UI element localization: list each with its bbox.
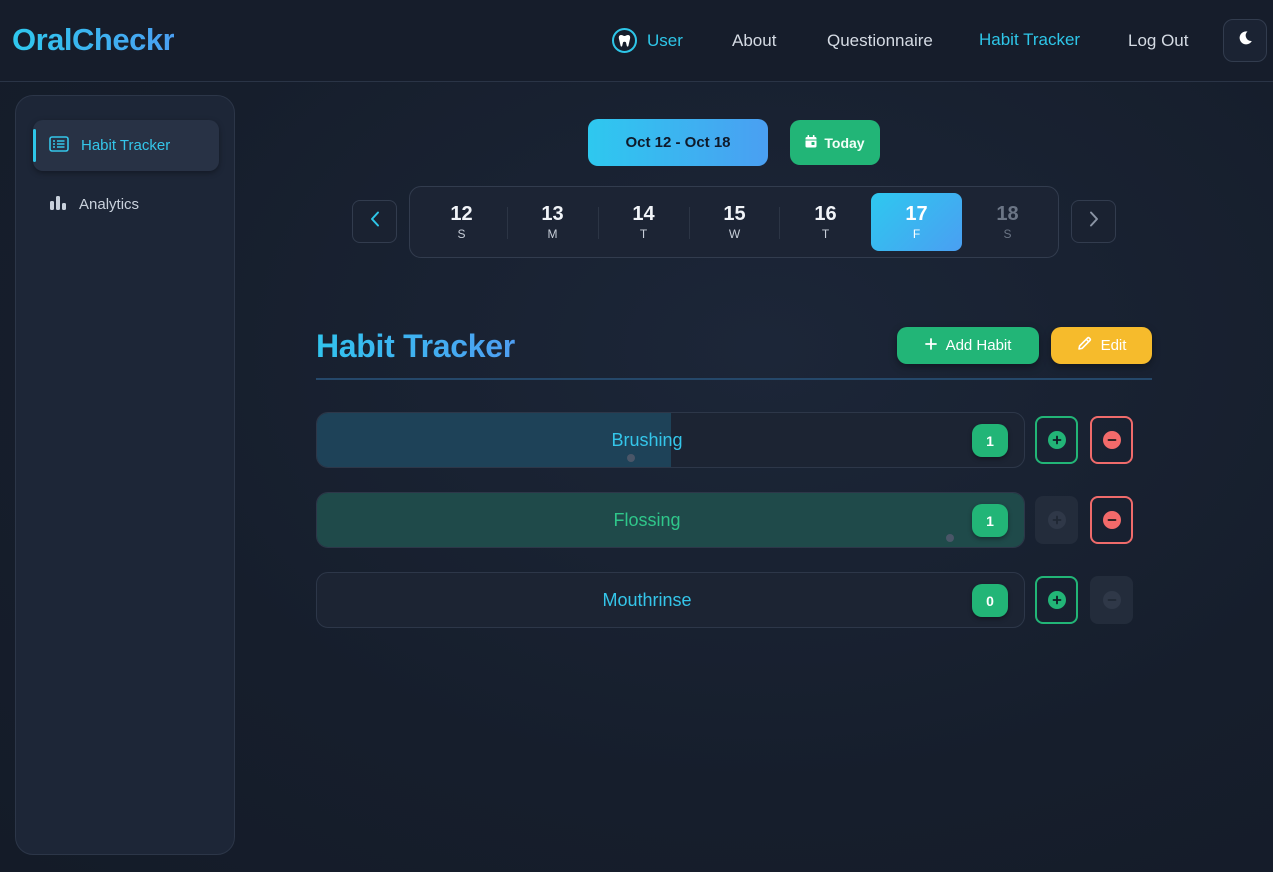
- plus-icon: [924, 337, 937, 354]
- chevron-left-icon: [370, 211, 380, 232]
- day-of-week: W: [728, 227, 741, 241]
- minus-circle-icon: [1102, 431, 1121, 449]
- day-number: 17: [905, 203, 928, 225]
- moon-icon: [1237, 30, 1253, 51]
- day-number: 13: [541, 203, 564, 225]
- nav-habit-tracker-link[interactable]: Habit Tracker: [979, 30, 1080, 50]
- sidebar-item-habit-tracker[interactable]: Habit Tracker: [33, 120, 219, 171]
- theme-toggle-button[interactable]: [1223, 19, 1267, 62]
- plus-circle-icon: [1047, 511, 1066, 529]
- bar-chart-icon: [49, 195, 67, 215]
- day-of-week: M: [547, 227, 558, 241]
- habit-count-badge: 1: [972, 424, 1008, 457]
- increment-mouthrinse-button[interactable]: [1035, 576, 1078, 624]
- tooth-icon: [612, 28, 637, 53]
- add-habit-label: Add Habit: [945, 337, 1012, 354]
- sidebar: Habit Tracker Analytics: [15, 95, 235, 855]
- progress-marker: [946, 534, 954, 542]
- increment-flossing-button-disabled[interactable]: [1035, 496, 1078, 544]
- habit-name: Brushing: [611, 429, 683, 450]
- day-of-week: T: [639, 227, 648, 241]
- habit-count-badge: 0: [972, 584, 1008, 617]
- week-day-selector: 12 S 13 M 14 T 15 W 16 T 17 F 18 S: [409, 186, 1059, 258]
- minus-circle-icon: [1102, 511, 1121, 529]
- habit-row-brushing: Brushing 1: [316, 412, 1025, 468]
- nav-about-link[interactable]: About: [732, 31, 776, 51]
- habit-row-flossing: Flossing 1: [316, 492, 1025, 548]
- day-number: 16: [814, 203, 837, 225]
- increment-brushing-button[interactable]: [1035, 416, 1078, 464]
- habit-name: Flossing: [613, 509, 681, 530]
- day-of-week: F: [912, 227, 921, 241]
- title-divider: [316, 378, 1152, 380]
- nav-questionnaire-link[interactable]: Questionnaire: [827, 31, 933, 51]
- day-number: 14: [632, 203, 655, 225]
- day-17-selected[interactable]: 17 F: [871, 193, 962, 251]
- sidebar-item-label: Habit Tracker: [81, 137, 171, 154]
- day-number: 12: [450, 203, 473, 225]
- habit-row-mouthrinse: Mouthrinse 0: [316, 572, 1025, 628]
- today-button[interactable]: Today: [790, 120, 880, 165]
- next-week-button[interactable]: [1071, 200, 1116, 243]
- sidebar-item-label: Analytics: [79, 196, 140, 213]
- day-of-week: S: [1003, 227, 1012, 241]
- day-12[interactable]: 12 S: [416, 193, 507, 251]
- nav-user-label: User: [647, 30, 683, 50]
- prev-week-button[interactable]: [352, 200, 397, 243]
- nav-logout-link[interactable]: Log Out: [1128, 31, 1189, 51]
- brand-logo[interactable]: OralCheckr: [12, 22, 175, 58]
- day-number: 15: [723, 203, 746, 225]
- edit-button[interactable]: Edit: [1051, 327, 1152, 364]
- today-label: Today: [824, 134, 865, 151]
- day-number: 18: [996, 203, 1019, 225]
- day-of-week: S: [457, 227, 466, 241]
- plus-circle-icon: [1047, 431, 1066, 449]
- day-16[interactable]: 16 T: [780, 193, 871, 251]
- chevron-right-icon: [1089, 211, 1099, 232]
- minus-circle-icon: [1102, 591, 1121, 609]
- habit-count-badge: 1: [972, 504, 1008, 537]
- day-14[interactable]: 14 T: [598, 193, 689, 251]
- plus-circle-icon: [1047, 591, 1066, 609]
- decrement-flossing-button[interactable]: [1090, 496, 1133, 544]
- page-title: Habit Tracker: [316, 328, 515, 364]
- calendar-icon: [805, 134, 817, 151]
- day-of-week: T: [821, 227, 830, 241]
- day-15[interactable]: 15 W: [689, 193, 780, 251]
- progress-marker: [627, 454, 635, 462]
- list-icon: [49, 135, 69, 156]
- decrement-brushing-button[interactable]: [1090, 416, 1133, 464]
- edit-label: Edit: [1100, 337, 1127, 354]
- week-range-button[interactable]: Oct 12 - Oct 18: [588, 119, 768, 166]
- decrement-mouthrinse-button-disabled[interactable]: [1090, 576, 1133, 624]
- sidebar-item-analytics[interactable]: Analytics: [33, 179, 219, 230]
- pencil-icon: [1077, 336, 1092, 355]
- habit-name: Mouthrinse: [602, 589, 692, 610]
- nav-user-link[interactable]: User: [612, 28, 683, 53]
- add-habit-button[interactable]: Add Habit: [897, 327, 1039, 364]
- top-navbar: OralCheckr User About Questionnaire Habi…: [0, 0, 1273, 82]
- day-18-disabled: 18 S: [962, 193, 1053, 251]
- day-13[interactable]: 13 M: [507, 193, 598, 251]
